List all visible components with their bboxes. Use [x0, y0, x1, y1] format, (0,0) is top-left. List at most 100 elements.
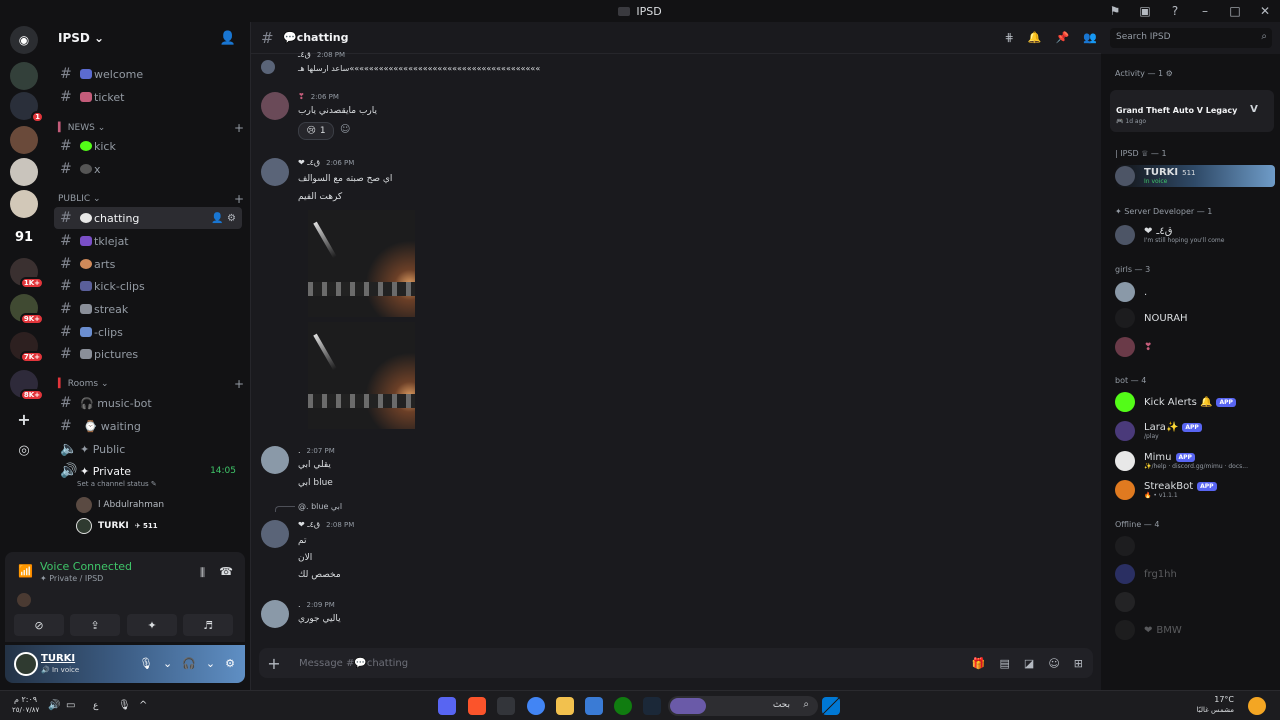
steam-icon[interactable]	[643, 697, 661, 715]
disconnect-icon[interactable]: ☎	[219, 565, 233, 578]
channel-kick[interactable]: # kick	[54, 135, 242, 157]
member-item[interactable]: .	[1115, 281, 1275, 303]
server-icon[interactable]: 8K+	[10, 370, 44, 401]
member-item[interactable]	[1115, 535, 1275, 557]
gear-icon[interactable]: ⚙	[225, 657, 235, 670]
invite-icon[interactable]: 👤	[220, 31, 236, 46]
server-icon[interactable]: 1K+	[10, 258, 44, 289]
server-icon[interactable]	[10, 158, 38, 186]
channel-x[interactable]: # x	[54, 158, 242, 180]
member-item[interactable]: TURKI 511 In voice	[1115, 165, 1275, 187]
gear-icon[interactable]: ⚙	[1166, 69, 1173, 78]
category-public[interactable]: PUBLIC ⌄ +	[58, 192, 244, 206]
member-item[interactable]: ❣	[1115, 336, 1275, 358]
member-item[interactable]: ❤ BMW	[1115, 619, 1275, 641]
add-attachment-icon[interactable]: +	[259, 654, 289, 673]
channel-status[interactable]: Set a channel status ✎	[77, 480, 157, 488]
user-panel[interactable]: TURKI 🔊 In voice 🎙 ⌄ 🎧 ⌄ ⚙	[5, 645, 245, 683]
add-channel-icon[interactable]: +	[234, 121, 244, 135]
channel-clips[interactable]: # -clips	[54, 321, 242, 343]
server-icon[interactable]	[10, 58, 44, 90]
member-item[interactable]	[1115, 591, 1275, 613]
member-item[interactable]: StreakBot APP 🔥 • v1.1.1	[1115, 479, 1275, 501]
discord-taskbar-icon[interactable]	[438, 697, 456, 715]
inbox-icon[interactable]: ⚑	[1100, 4, 1130, 18]
brave-icon[interactable]	[468, 697, 486, 715]
members-icon[interactable]: 👥	[1083, 31, 1097, 44]
channel-streak[interactable]: # streak	[54, 298, 242, 320]
server-icon[interactable]: 9K+	[10, 294, 44, 325]
category-news[interactable]: ▍ NEWS ⌄ +	[58, 121, 244, 135]
channel-tklejat[interactable]: # tklejat	[54, 230, 242, 252]
help-icon[interactable]: ?	[1160, 4, 1190, 18]
member-item[interactable]: frg1hh	[1115, 563, 1275, 585]
add-channel-icon[interactable]: +	[234, 192, 244, 206]
xbox-icon[interactable]	[614, 697, 632, 715]
voice-channel-public[interactable]: 🔈 ✦ Public	[54, 438, 242, 460]
input-language[interactable]: ع	[93, 701, 98, 711]
voice-location[interactable]: ✦ Private / IPSD	[40, 574, 103, 583]
server-icon[interactable]: 91	[10, 223, 38, 251]
chrome-icon[interactable]	[527, 697, 545, 715]
channel-waiting[interactable]: # ⌚ waiting	[54, 415, 242, 437]
threads-icon[interactable]: ⋕	[1005, 31, 1014, 44]
reply-preview[interactable]: @. blue ابي	[298, 502, 342, 511]
volume-icon[interactable]: 🔊	[48, 700, 60, 711]
add-reaction-icon[interactable]: ☺	[340, 124, 358, 142]
soundboard-button[interactable]: ♬	[183, 614, 233, 636]
headphones-icon[interactable]: 🎧	[182, 657, 196, 670]
member-item[interactable]: Kick Alerts 🔔 APP	[1115, 391, 1275, 413]
channel-actions[interactable]: 👤 ⚙	[211, 213, 236, 224]
discover-icon[interactable]: ◎	[10, 436, 38, 464]
channel-pictures[interactable]: # pictures	[54, 343, 242, 365]
channel-kick-clips[interactable]: # kick-clips	[54, 275, 242, 297]
mic-icon[interactable]: 🎙	[139, 657, 153, 670]
add-server-icon[interactable]: +	[10, 405, 38, 433]
clock-app-icon[interactable]	[497, 697, 515, 715]
minimize-button[interactable]: –	[1190, 4, 1220, 18]
search-input[interactable]: Search IPSD ⌕	[1110, 28, 1272, 48]
bell-icon[interactable]: 🔔	[1028, 31, 1042, 44]
close-button[interactable]: ✕	[1250, 4, 1280, 18]
avatar[interactable]	[17, 593, 31, 607]
screen-share-button[interactable]: ⇪	[70, 614, 120, 636]
channel-chatting[interactable]: # chatting 👤 ⚙	[54, 207, 242, 229]
mic-icon[interactable]: 🎙	[118, 700, 131, 711]
add-channel-icon[interactable]: +	[234, 377, 244, 391]
maximize-button[interactable]: □	[1220, 4, 1250, 18]
category-rooms[interactable]: ▍ Rooms ⌄ +	[58, 377, 244, 391]
server-icon[interactable]	[10, 190, 38, 218]
store-icon[interactable]	[585, 697, 603, 715]
battery-icon[interactable]: ▭	[66, 700, 75, 711]
chevron-up-icon[interactable]: ^	[139, 700, 147, 711]
activities-button[interactable]: ✦	[127, 614, 177, 636]
channel-welcome[interactable]: # welcome	[54, 63, 242, 85]
taskbar-search[interactable]: بحث ⌕	[668, 696, 818, 716]
channel-arts[interactable]: # arts	[54, 253, 242, 275]
voice-user[interactable]: l Abdulrahman	[76, 497, 164, 513]
server-icon[interactable]	[10, 126, 38, 154]
channel-music-bot[interactable]: # 🎧 music-bot	[54, 392, 242, 414]
member-item[interactable]: NOURAH	[1115, 307, 1275, 329]
attachment-image[interactable]	[308, 210, 415, 317]
folder-icon[interactable]	[556, 697, 574, 715]
member-item[interactable]: Mimu APP ✨/help · discord.gg/mimu · docs..…	[1115, 450, 1275, 472]
reaction[interactable]: 😢 1	[298, 122, 334, 140]
apps-icon[interactable]: ⊞	[1074, 657, 1083, 670]
member-item[interactable]: ❤ ق٤ـ I'm still hoping you'll come	[1115, 224, 1275, 246]
emoji-icon[interactable]: ☺	[1048, 657, 1059, 670]
activity-card[interactable]: Grand Theft Auto V Legacy 🎮 1d ago V	[1110, 90, 1274, 132]
sticker-icon[interactable]: ◪	[1024, 657, 1034, 670]
pin-icon[interactable]: 📌	[1056, 31, 1070, 44]
message-composer[interactable]: + Message #💬chatting 🎁 ▤ ◪ ☺ ⊞	[259, 648, 1093, 678]
window-icon[interactable]: ▣	[1130, 4, 1160, 18]
member-item[interactable]: Lara✨ APP/play	[1115, 420, 1275, 442]
noise-suppression-icon[interactable]: ⫼	[200, 566, 205, 580]
chevron-down-icon[interactable]: ⌄	[206, 657, 215, 670]
gif-icon[interactable]: ▤	[1000, 657, 1010, 670]
attachment-image[interactable]	[308, 322, 415, 429]
server-header[interactable]: IPSD ⌄ 👤	[50, 22, 250, 54]
server-icon[interactable]: 1	[10, 92, 44, 123]
windows-start-icon[interactable]	[822, 697, 840, 715]
video-off-button[interactable]: ⊘	[14, 614, 64, 636]
